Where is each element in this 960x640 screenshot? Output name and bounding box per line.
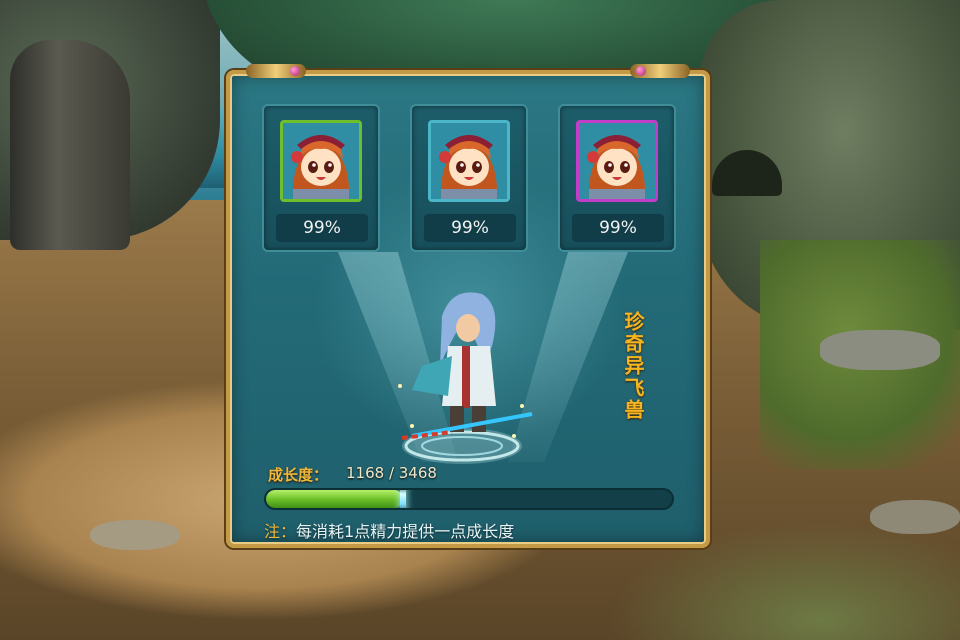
growth-progress-fill <box>266 490 403 508</box>
growth-label: 成长度： <box>268 466 329 484</box>
portrait-frame[interactable] <box>428 120 510 202</box>
frame-ornament-right <box>630 64 690 78</box>
portrait-frame[interactable] <box>576 120 658 202</box>
character-portrait-icon <box>431 123 507 199</box>
growth-note: 注：每消耗1点精力提供一点成长度 <box>264 518 514 542</box>
stone <box>90 520 180 550</box>
pet-growth-dialog: 99% 99% 99% 珍奇异飞兽 成长度： 1168 / 3468 注：每消耗… <box>226 64 710 548</box>
growth-value: 1168 / 3468 <box>346 464 437 482</box>
pet-character-sprite <box>398 292 533 464</box>
success-rate: 99% <box>276 214 368 242</box>
tree-trunk-left <box>10 40 130 250</box>
frame-ornament-left <box>246 64 306 78</box>
character-portrait-icon <box>283 123 359 199</box>
note-text: 每消耗1点精力提供一点成长度 <box>296 522 515 541</box>
gem-icon <box>636 66 646 76</box>
success-rate: 99% <box>572 214 664 242</box>
success-rate: 99% <box>424 214 516 242</box>
material-slot-1[interactable]: 99% <box>262 104 380 252</box>
gem-icon <box>290 66 300 76</box>
pet-title: 珍奇异飞兽 <box>621 311 645 421</box>
portrait-frame[interactable] <box>280 120 362 202</box>
lightning-spark-icon <box>399 490 406 508</box>
note-prefix: 注： <box>264 522 297 541</box>
character-portrait-icon <box>579 123 655 199</box>
material-slot-2[interactable]: 99% <box>410 104 528 252</box>
material-slot-3[interactable]: 99% <box>558 104 676 252</box>
stone <box>820 330 940 370</box>
growth-progress-bar <box>264 488 674 510</box>
stone <box>870 500 960 534</box>
